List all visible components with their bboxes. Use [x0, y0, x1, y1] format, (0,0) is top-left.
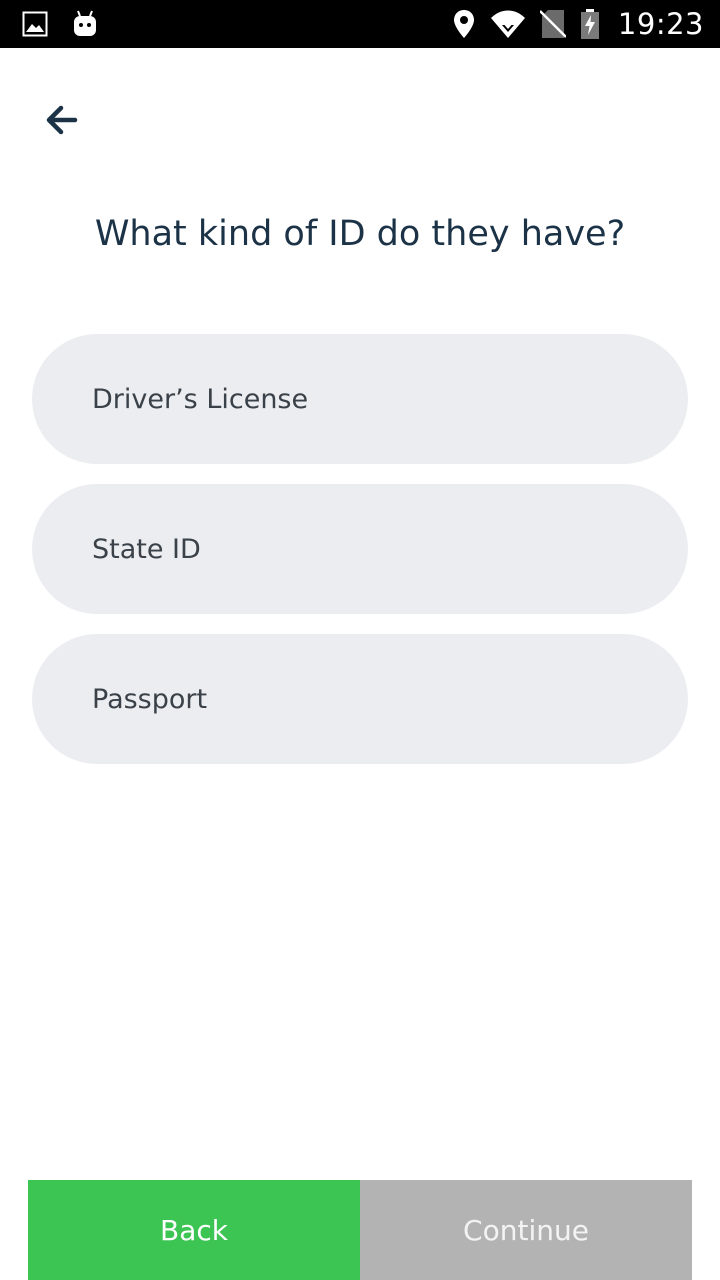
status-time: 19:23 — [617, 7, 704, 41]
status-bar: 19:23 — [0, 0, 720, 48]
option-drivers-license[interactable]: Driver’s License — [32, 334, 688, 464]
wifi-icon — [490, 9, 526, 39]
android-icon — [72, 9, 98, 39]
status-left-icons — [22, 8, 98, 40]
option-passport[interactable]: Passport — [32, 634, 688, 764]
back-arrow-button[interactable] — [36, 96, 88, 148]
battery-charging-icon — [580, 9, 600, 39]
option-label: State ID — [92, 533, 201, 565]
back-button[interactable]: Back — [28, 1180, 360, 1280]
option-label: Driver’s License — [92, 383, 309, 415]
continue-button[interactable]: Continue — [360, 1180, 692, 1280]
option-state-id[interactable]: State ID — [32, 484, 688, 614]
page-title: What kind of ID do they have? — [94, 214, 626, 254]
location-icon — [452, 9, 476, 39]
no-sim-icon — [539, 9, 566, 39]
bottom-button-bar: Back Continue — [28, 1180, 692, 1280]
image-icon — [22, 11, 48, 37]
screen: 19:23 What kind of ID do they have? Driv… — [0, 0, 720, 1280]
option-label: Passport — [92, 683, 208, 715]
status-right-icons: 19:23 — [452, 0, 704, 48]
arrow-left-icon — [46, 105, 78, 140]
